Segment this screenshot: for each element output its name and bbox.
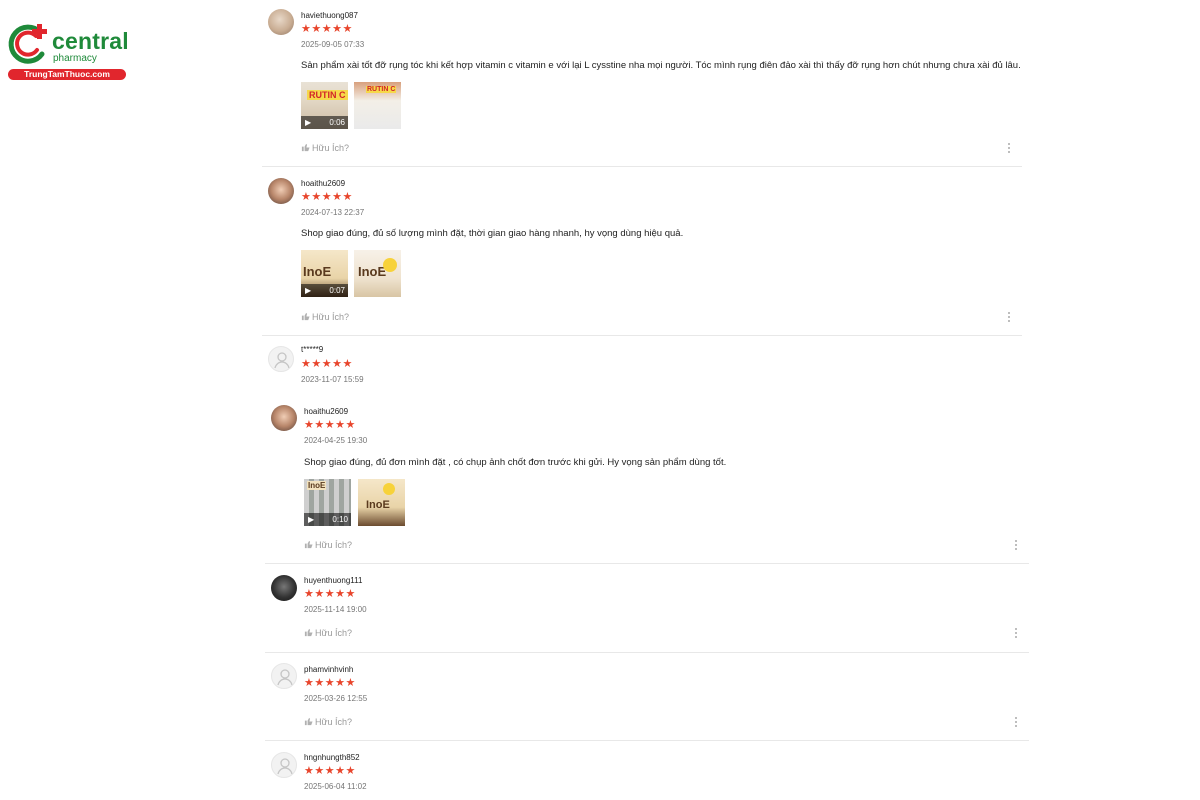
rating-stars: ★★★★★ (301, 23, 353, 35)
review-item: hngnhungth852 ★★★★★ 2025-06-04 11:02 (265, 741, 1025, 800)
helpful-label: Hữu Ích? (315, 717, 353, 727)
review-video-thumbnail[interactable]: RUTIN C ▶ 0:06 (301, 82, 348, 129)
review-username: hngnhungth852 (304, 753, 360, 762)
review-username: haviethuong087 (301, 11, 358, 20)
review-date: 2023-11-07 15:59 (301, 375, 364, 384)
video-camera-icon: ▶ (305, 286, 312, 295)
more-options-icon[interactable] (1013, 627, 1019, 639)
review-date: 2025-06-04 11:02 (304, 782, 367, 791)
video-bar: ▶ 0:06 (301, 116, 348, 129)
flower-decoration (383, 258, 397, 272)
review-image-thumbnail[interactable]: InoE (354, 250, 401, 297)
pharmacy-cross-logo-icon (8, 24, 47, 64)
flower-decoration (383, 483, 395, 495)
helpful-button[interactable]: Hữu Ích? (301, 143, 349, 153)
logo-brand-text: central (52, 28, 129, 54)
thumbs-up-icon (304, 628, 313, 637)
review-text: Shop giao đúng, đủ số lượng mình đặt, th… (301, 228, 684, 239)
review-username: t*****9 (301, 345, 324, 354)
thumbs-up-icon (304, 540, 313, 549)
review-item: phamvinhvinh ★★★★★ 2025-03-26 12:55 Hữu … (265, 653, 1029, 741)
user-avatar[interactable] (271, 752, 297, 778)
review-username: phamvinhvinh (304, 665, 354, 674)
product-box-label: InoE (358, 264, 387, 279)
review-video-thumbnail[interactable]: InoE ▶ 0:10 (304, 479, 351, 526)
review-image-thumbnail[interactable]: RUTIN C (354, 82, 401, 129)
rating-stars: ★★★★★ (301, 358, 353, 370)
review-username: huyenthuong111 (304, 576, 363, 585)
product-box-label: InoE (366, 499, 390, 511)
review-text: Shop giao đúng, đủ đơn mình đặt , có chụ… (304, 457, 727, 468)
review-text: Sản phẩm xài tốt đỡ rụng tóc khi kết hợp… (301, 60, 1021, 71)
helpful-button[interactable]: Hữu Ích? (304, 717, 352, 727)
more-options-icon[interactable] (1013, 716, 1019, 728)
rating-stars: ★★★★★ (304, 588, 356, 600)
review-divider (262, 166, 1022, 167)
logo-sub-text: pharmacy (53, 53, 97, 64)
thumbs-up-icon (301, 143, 310, 152)
video-camera-icon: ▶ (308, 515, 315, 524)
thumbs-up-icon (304, 717, 313, 726)
brand-logo[interactable]: central pharmacy TrungTamThuoc.com (6, 22, 129, 84)
review-date: 2025-03-26 12:55 (304, 694, 368, 703)
review-item: huyenthuong111 ★★★★★ 2025-11-14 19:00 Hữ… (265, 564, 1029, 653)
product-box-label: InoE (303, 264, 332, 279)
user-avatar[interactable] (268, 178, 294, 204)
review-item: haviethuong087 ★★★★★ 2025-09-05 07:33 Sả… (262, 0, 1022, 168)
helpful-label: Hữu Ích? (315, 540, 353, 550)
helpful-button[interactable]: Hữu Ích? (304, 540, 352, 550)
rating-stars: ★★★★★ (301, 191, 353, 203)
review-image-thumbnail[interactable]: InoE (358, 479, 405, 526)
logo-banner: TrungTamThuoc.com (8, 69, 126, 80)
review-username: hoaithu2609 (304, 407, 349, 416)
video-camera-icon: ▶ (305, 118, 312, 127)
product-box-label: RUTIN C (307, 90, 348, 100)
user-avatar[interactable] (268, 9, 294, 35)
rating-stars: ★★★★★ (304, 677, 356, 689)
more-options-icon[interactable] (1006, 142, 1012, 154)
user-avatar[interactable] (268, 346, 294, 372)
helpful-label: Hữu Ích? (312, 312, 350, 322)
product-box-label: InoE (307, 481, 327, 490)
review-video-thumbnail[interactable]: InoE ▶ 0:07 (301, 250, 348, 297)
review-item: hoaithu2609 ★★★★★ 2024-04-25 19:30 Shop … (265, 396, 1029, 564)
user-avatar[interactable] (271, 575, 297, 601)
video-duration: 0:10 (332, 515, 348, 524)
default-user-icon (277, 669, 293, 686)
user-avatar[interactable] (271, 663, 297, 689)
rating-stars: ★★★★★ (304, 419, 356, 431)
review-date: 2024-04-25 19:30 (304, 436, 368, 445)
video-bar: ▶ 0:07 (301, 284, 348, 297)
default-user-icon (274, 352, 290, 369)
video-bar: ▶ 0:10 (304, 513, 351, 526)
review-item: hoaithu2609 ★★★★★ 2024-07-13 22:37 Shop … (262, 168, 1022, 336)
helpful-button[interactable]: Hữu Ích? (301, 312, 349, 322)
review-username: hoaithu2609 (301, 179, 346, 188)
rating-stars: ★★★★★ (304, 765, 356, 777)
video-duration: 0:07 (329, 286, 345, 295)
more-options-icon[interactable] (1013, 539, 1019, 551)
more-options-icon[interactable] (1006, 311, 1012, 323)
review-date: 2025-09-05 07:33 (301, 40, 365, 49)
video-duration: 0:06 (329, 118, 345, 127)
helpful-button[interactable]: Hữu Ích? (304, 628, 352, 638)
thumbs-up-icon (301, 312, 310, 321)
review-item: t*****9 ★★★★★ 2023-11-07 15:59 (262, 336, 1022, 396)
user-avatar[interactable] (271, 405, 297, 431)
review-date: 2025-11-14 19:00 (304, 605, 367, 614)
helpful-label: Hữu Ích? (315, 628, 353, 638)
review-date: 2024-07-13 22:37 (301, 208, 365, 217)
product-box-label: RUTIN C (366, 86, 397, 93)
default-user-icon (277, 758, 293, 775)
helpful-label: Hữu Ích? (312, 143, 350, 153)
